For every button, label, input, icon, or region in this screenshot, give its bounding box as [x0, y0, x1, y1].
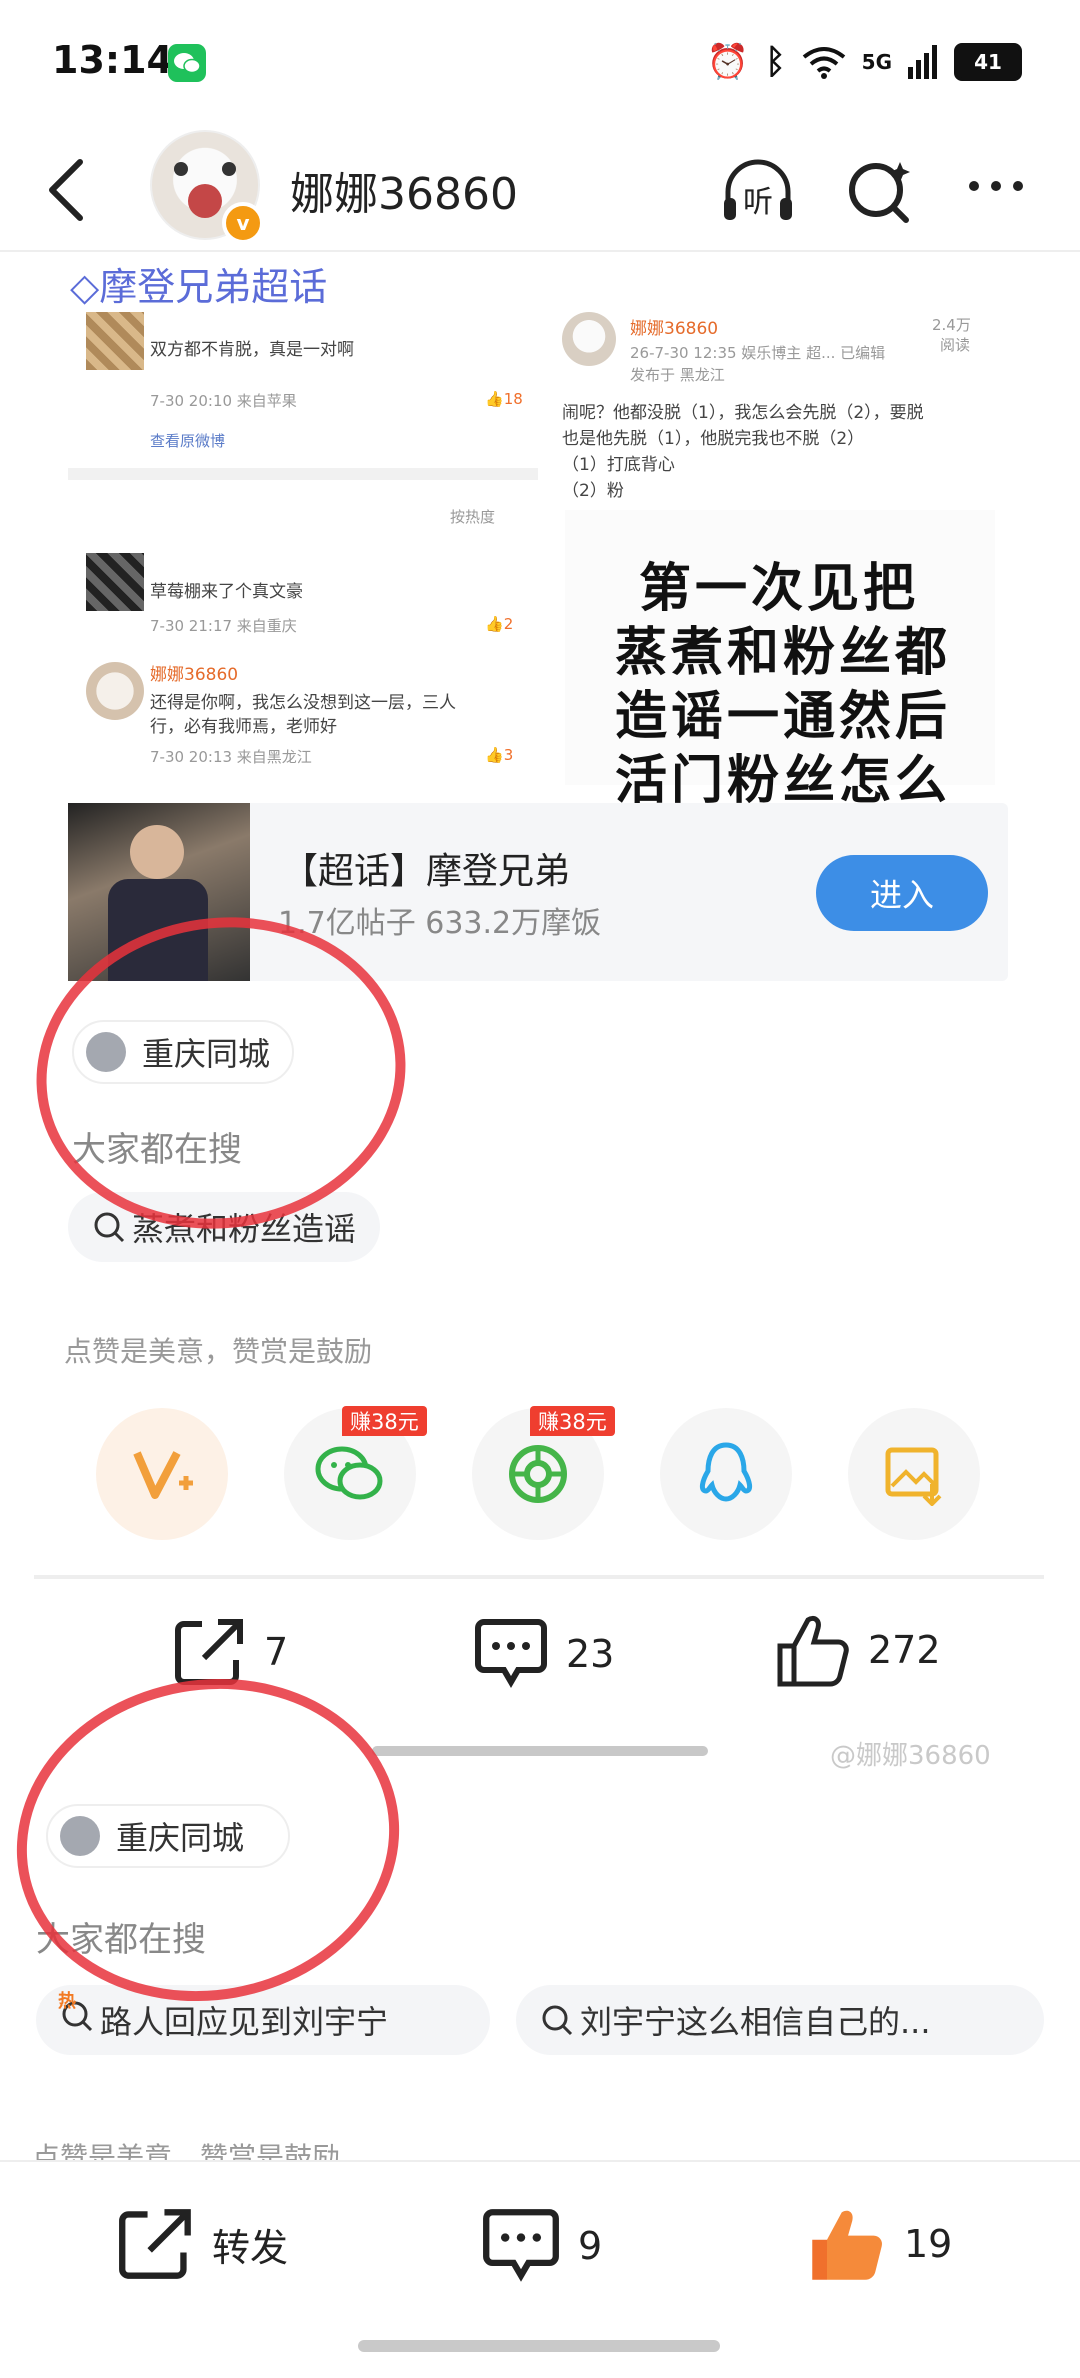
supertopic-title: ◇摩登兄弟超话 — [70, 256, 327, 311]
reward-v-icon — [133, 1451, 193, 1499]
comment-icon — [483, 2209, 559, 2282]
listen-label: 听 — [743, 185, 773, 220]
comment2-text2: 行，必有我师焉，老师好 — [150, 717, 337, 737]
home-indicator[interactable] — [358, 2340, 720, 2352]
repost-count: 7 — [264, 1630, 289, 1674]
listen-button[interactable]: 听 — [718, 152, 798, 232]
qq-share-button[interactable] — [660, 1408, 792, 1540]
like-count: 19 — [904, 2222, 953, 2266]
repost-icon — [119, 2209, 191, 2279]
hot-badge: 热 — [58, 1991, 76, 2012]
left-post-text: 双方都不肯脱，真是一对啊 — [150, 340, 354, 360]
right-post-text2: 也是他先脱（1），他脱完我也不脱（2） — [562, 429, 865, 449]
trending-search-chip[interactable]: 热 路人回应见到刘宇宁 — [36, 1985, 490, 2055]
trending-query: 刘宇宁这么相信自己的... — [580, 2003, 931, 2041]
right-post-meta: 26-7-30 12:35 娱乐博主 超... 已编辑 — [630, 344, 886, 362]
wifi-icon — [802, 47, 845, 79]
blurred-avatar — [86, 312, 144, 370]
comment2-name: 娜娜36860 — [150, 665, 239, 685]
poster-line-4: 活门粉丝怎么 — [615, 750, 952, 811]
bottom-comment-button[interactable]: 9 — [482, 2208, 602, 2284]
supertopic-card-stats: 1.7亿帖子 633.2万摩饭 — [278, 906, 602, 941]
comment2-avatar — [86, 662, 144, 720]
red-annotation-circle — [0, 1649, 425, 2031]
header-divider — [0, 250, 1080, 252]
section-divider — [34, 1575, 1044, 1579]
right-post-name: 娜娜36860 — [630, 319, 719, 339]
post-separator — [68, 468, 538, 480]
comment1-text: 草莓棚来了个真文豪 — [150, 582, 303, 602]
battery-icon: 41 — [954, 43, 1022, 81]
earn-badge: 赚38元 — [530, 1406, 615, 1436]
comment1-meta: 7-30 21:17 来自重庆 — [150, 617, 297, 635]
trending-search-chip[interactable]: 刘宇宁这么相信自己的... — [516, 1985, 1044, 2055]
wechat-icon — [315, 1446, 383, 1500]
repost-icon — [175, 1619, 243, 1685]
verified-badge-icon: v — [222, 202, 264, 244]
status-icons: ⏰ ᛒ 5G 41 — [707, 36, 1022, 88]
status-time: 13:14 — [52, 38, 173, 82]
comment2-like-icon: 👍3 — [485, 746, 514, 764]
blurred-avatar — [86, 553, 144, 611]
wechat-notification-icon — [168, 44, 206, 82]
scroll-handle[interactable] — [372, 1746, 708, 1756]
right-post-views-label: 阅读 — [940, 336, 971, 354]
left-post-meta: 7-30 20:10 来自苹果 — [150, 392, 297, 410]
comment2-text1: 还得是你啊，我怎么没想到这一层，三人 — [150, 693, 456, 713]
supertopic-name: 摩登兄弟超话 — [99, 265, 328, 309]
search-icon — [94, 1212, 125, 1243]
right-post-avatar — [562, 312, 616, 366]
comment-action[interactable]: 23 — [474, 1618, 614, 1690]
network-label: 5G — [861, 50, 892, 74]
left-post-likes: 18 — [503, 390, 523, 408]
bottom-repost-button[interactable]: 转发 — [118, 2208, 288, 2280]
thumbs-up-icon — [777, 1615, 849, 1687]
like-count: 272 — [868, 1628, 941, 1672]
hot-search-icon: 热 — [58, 1991, 94, 2041]
left-post-like-icon: 👍18 — [485, 390, 523, 408]
right-post-from: 发布于 黑龙江 — [630, 366, 725, 384]
comment2-meta: 7-30 20:13 来自黑龙江 — [150, 748, 312, 766]
comment-icon — [475, 1619, 547, 1688]
bottom-like-button[interactable]: 19 — [808, 2204, 952, 2284]
comment1-like-icon: 👍2 — [485, 615, 514, 633]
sort-label: 按热度 — [450, 508, 496, 526]
watermark: @娜娜36860 — [830, 1741, 991, 1771]
signal-icon — [908, 45, 937, 79]
search-icon — [542, 2005, 573, 2036]
right-post-line4: （2）粉 — [562, 481, 624, 501]
right-post-views: 2.4万 — [932, 316, 971, 334]
comment1-likes: 2 — [503, 615, 514, 633]
moments-icon — [509, 1445, 567, 1503]
right-post-line3: （1）打底背心 — [562, 455, 675, 475]
earn-badge: 赚38元 — [342, 1406, 427, 1436]
comment-count: 23 — [566, 1632, 615, 1676]
diamond-icon: ◇ — [70, 265, 100, 309]
search-icon[interactable] — [840, 152, 920, 232]
thumbs-up-filled-icon — [812, 2210, 883, 2280]
comment-count: 9 — [578, 2224, 603, 2268]
reward-button[interactable] — [96, 1408, 228, 1540]
back-arrow-icon[interactable] — [38, 150, 98, 230]
alarm-icon: ⏰ — [706, 42, 750, 82]
supertopic-card-title: 【超话】摩登兄弟 — [282, 851, 571, 892]
enter-button[interactable]: 进入 — [816, 855, 988, 931]
right-post-text1: 闹呢？他都没脱（1），我怎么会先脱（2），要脱 — [562, 403, 924, 423]
trending-query: 路人回应见到刘宇宁 — [100, 2003, 389, 2041]
repost-label: 转发 — [212, 2225, 289, 2270]
username[interactable]: 娜娜36860 — [290, 158, 518, 222]
battery-level: 41 — [974, 50, 1002, 74]
more-icon[interactable] — [958, 152, 1038, 232]
comment2-likes: 3 — [503, 746, 514, 764]
reward-label: 点赞是美意，赞赏是鼓励 — [64, 1335, 373, 1368]
qq-penguin-icon — [699, 1442, 753, 1502]
bluetooth-icon: ᛒ — [765, 42, 786, 82]
poster-image: 第一次见把 蒸煮和粉丝都 造谣一通然后 活门粉丝怎么 — [565, 510, 995, 811]
like-action[interactable]: 272 — [776, 1612, 941, 1688]
save-image-button[interactable] — [848, 1408, 980, 1540]
view-original-link: 查看原微博 — [150, 432, 226, 450]
image-download-icon — [885, 1447, 942, 1506]
repost-action[interactable]: 7 — [174, 1618, 288, 1686]
